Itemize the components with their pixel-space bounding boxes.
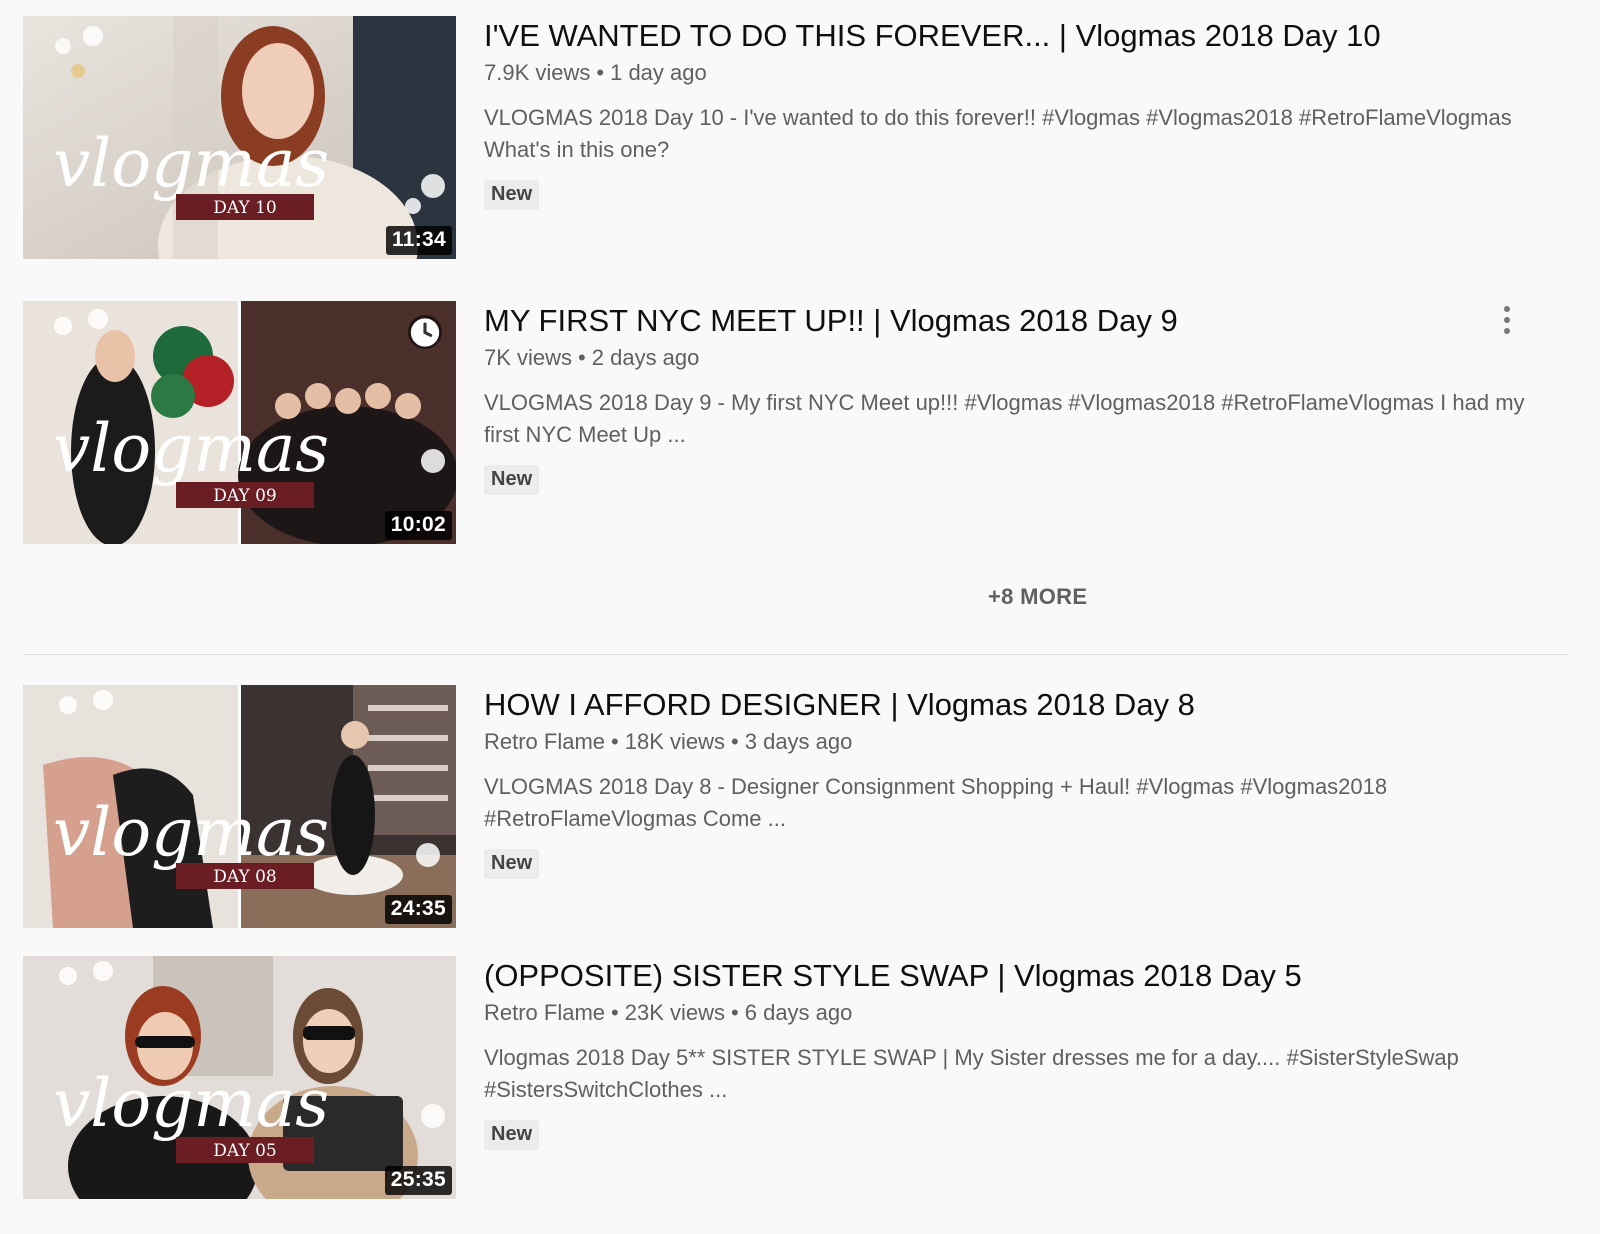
video-thumbnail[interactable]: vlogmas DAY 08 24:35: [23, 685, 456, 928]
upload-age: 3 days ago: [744, 729, 853, 754]
clock-icon: [410, 317, 440, 347]
video-info: I'VE WANTED TO DO THIS FOREVER... | Vlog…: [484, 16, 1564, 210]
thumbnail-day-label: DAY 09: [213, 486, 276, 506]
thumbnail-image: vlogmas DAY 10: [23, 16, 456, 259]
new-badge: New: [484, 180, 540, 210]
kebab-dot: [1504, 328, 1510, 334]
more-vert-icon[interactable]: [1497, 303, 1517, 337]
thumbnail-image: vlogmas DAY 05: [23, 956, 456, 1199]
video-title[interactable]: MY FIRST NYC MEET UP!! | Vlogmas 2018 Da…: [484, 301, 1564, 341]
view-count: 7K views: [484, 345, 573, 370]
duration-badge: 24:35: [384, 895, 452, 924]
video-description: Vlogmas 2018 Day 5** SISTER STYLE SWAP |…: [484, 1045, 1459, 1102]
upload-age: 2 days ago: [591, 345, 700, 370]
video-meta: Retro Flame • 23K views • 6 days ago: [484, 998, 1564, 1028]
video-info: HOW I AFFORD DESIGNER | Vlogmas 2018 Day…: [484, 685, 1564, 879]
thumbnail-script-text: vlogmas: [53, 794, 329, 871]
separator-dot: •: [731, 1000, 739, 1025]
new-badge: New: [484, 849, 540, 879]
thumbnail-script-text: vlogmas: [53, 410, 329, 487]
video-title[interactable]: HOW I AFFORD DESIGNER | Vlogmas 2018 Day…: [484, 685, 1564, 725]
duration-badge: 10:02: [384, 511, 452, 540]
view-count: 7.9K views: [484, 60, 591, 85]
video-meta: 7K views • 2 days ago: [484, 343, 1564, 373]
kebab-dot: [1504, 317, 1510, 323]
video-description: VLOGMAS 2018 Day 10 - I've wanted to do …: [484, 105, 1512, 162]
video-info: (OPPOSITE) SISTER STYLE SWAP | Vlogmas 2…: [484, 956, 1564, 1150]
duration-badge: 25:35: [384, 1166, 452, 1195]
separator-dot: •: [596, 60, 605, 85]
separator-dot: •: [578, 345, 586, 370]
video-thumbnail[interactable]: vlogmas DAY 05 25:35: [23, 956, 456, 1199]
thumbnail-image: vlogmas DAY 09: [23, 301, 456, 544]
video-title[interactable]: (OPPOSITE) SISTER STYLE SWAP | Vlogmas 2…: [484, 956, 1564, 996]
video-thumbnail[interactable]: vlogmas DAY 10 11:34: [23, 16, 456, 259]
video-meta: Retro Flame • 18K views • 3 days ago: [484, 727, 1564, 757]
upload-age: 1 day ago: [610, 60, 707, 85]
view-count: 18K views: [624, 729, 726, 754]
upload-age: 6 days ago: [744, 1000, 853, 1025]
new-badge: New: [484, 465, 540, 495]
thumbnail-day-label: DAY 08: [213, 867, 276, 887]
video-title[interactable]: I'VE WANTED TO DO THIS FOREVER... | Vlog…: [484, 16, 1564, 56]
video-description: VLOGMAS 2018 Day 9 - My first NYC Meet u…: [484, 390, 1525, 447]
video-meta: 7.9K views • 1 day ago: [484, 58, 1564, 88]
thumbnail-day-label: DAY 10: [213, 198, 276, 218]
watch-later-button[interactable]: [408, 315, 442, 349]
separator-dot: •: [611, 729, 619, 754]
duration-badge: 11:34: [385, 226, 452, 255]
video-description: VLOGMAS 2018 Day 8 - Designer Consignmen…: [484, 774, 1388, 831]
show-more-button[interactable]: +8 MORE: [988, 584, 1087, 610]
video-info: MY FIRST NYC MEET UP!! | Vlogmas 2018 Da…: [484, 301, 1564, 495]
thumbnail-image: vlogmas DAY 08: [23, 685, 456, 928]
separator-dot: •: [731, 729, 739, 754]
channel-name[interactable]: Retro Flame: [484, 1000, 605, 1025]
thumbnail-script-text: vlogmas: [53, 1065, 329, 1142]
thumbnail-day-label: DAY 05: [213, 1141, 276, 1161]
section-divider: [23, 654, 1568, 655]
view-count: 23K views: [624, 1000, 726, 1025]
thumbnail-script-text: vlogmas: [53, 125, 329, 202]
channel-name[interactable]: Retro Flame: [484, 729, 605, 754]
kebab-dot: [1504, 306, 1510, 312]
video-thumbnail[interactable]: vlogmas DAY 09 10:02: [23, 301, 456, 544]
new-badge: New: [484, 1120, 540, 1150]
separator-dot: •: [611, 1000, 619, 1025]
